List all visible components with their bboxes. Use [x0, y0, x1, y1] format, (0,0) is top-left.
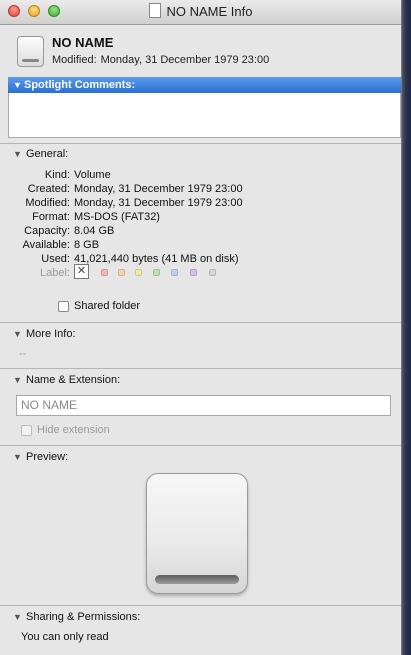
info-key: Used: — [41, 253, 70, 265]
hide-extension-checkbox[interactable] — [21, 425, 32, 436]
more-info-section-header[interactable]: ▼ More Info: — [13, 328, 76, 340]
label-color-yellow[interactable] — [135, 269, 142, 276]
disclosure-triangle-icon[interactable]: ▼ — [13, 375, 22, 385]
info-key: Capacity: — [24, 225, 70, 237]
volume-icon — [17, 36, 44, 67]
label-none-button[interactable]: ✕ — [74, 264, 89, 279]
spotlight-comments-title: Spotlight Comments: — [24, 79, 136, 91]
shared-folder-label: Shared folder — [74, 300, 141, 312]
general-title: General: — [26, 148, 69, 160]
label-color-green[interactable] — [153, 269, 160, 276]
disclosure-triangle-icon[interactable]: ▼ — [13, 149, 22, 159]
label-color-gray[interactable] — [209, 269, 216, 276]
hide-extension-label: Hide extension — [37, 424, 110, 436]
label-color-purple[interactable] — [190, 269, 197, 276]
info-value: 8.04 GB — [74, 225, 115, 237]
name-field[interactable]: NO NAME — [16, 395, 391, 416]
desktop-background — [402, 0, 411, 655]
permission-status: You can only read — [21, 631, 109, 643]
section-divider — [0, 445, 401, 446]
section-divider — [0, 368, 401, 369]
name-extension-title: Name & Extension: — [26, 374, 121, 386]
sharing-permissions-section-header[interactable]: ▼ Sharing & Permissions: — [13, 611, 140, 623]
info-key: Available: — [22, 239, 71, 251]
label-color-red[interactable] — [101, 269, 108, 276]
window-title: NO NAME Info — [166, 4, 253, 19]
info-key: Kind: — [44, 169, 70, 181]
info-key: Format: — [32, 211, 70, 223]
document-proxy-icon[interactable] — [148, 3, 161, 18]
spotlight-comments-field[interactable] — [8, 93, 401, 138]
header-modified: Modified: Monday, 31 December 1979 23:00 — [52, 54, 269, 66]
info-key: Created: — [27, 183, 70, 195]
section-divider — [0, 322, 401, 323]
section-divider — [0, 143, 401, 144]
info-value: Monday, 31 December 1979 23:00 — [74, 183, 243, 195]
external-drive-preview-icon — [146, 473, 248, 594]
info-value: 41,021,440 bytes (41 MB on disk) — [74, 253, 239, 265]
spotlight-comments-header[interactable]: ▼ Spotlight Comments: — [8, 77, 401, 93]
title-bar[interactable]: NO NAME Info — [0, 0, 401, 25]
info-value: 8 GB — [74, 239, 100, 251]
volume-name: NO NAME — [52, 35, 114, 50]
preview-title: Preview: — [26, 451, 69, 463]
disclosure-triangle-icon[interactable]: ▼ — [13, 612, 22, 622]
info-window: NO NAME Info NO NAME Modified: Monday, 31… — [0, 0, 402, 655]
more-info-title: More Info: — [26, 328, 76, 340]
more-info-value: -- — [19, 348, 27, 360]
info-value: Monday, 31 December 1979 23:00 — [74, 197, 243, 209]
info-key: Label: — [40, 267, 70, 279]
window-title-wrap: NO NAME Info — [0, 0, 401, 24]
disclosure-triangle-icon[interactable]: ▼ — [13, 77, 22, 93]
info-key: Modified: — [25, 197, 70, 209]
info-value: MS-DOS (FAT32) — [74, 211, 160, 223]
general-section-header[interactable]: ▼ General: — [13, 148, 68, 160]
label-color-blue[interactable] — [171, 269, 178, 276]
header-modified-label: Modified: — [52, 54, 97, 66]
sharing-permissions-title: Sharing & Permissions: — [26, 611, 141, 623]
label-color-orange[interactable] — [118, 269, 125, 276]
name-extension-section-header[interactable]: ▼ Name & Extension: — [13, 374, 120, 386]
disclosure-triangle-icon[interactable]: ▼ — [13, 329, 22, 339]
disclosure-triangle-icon[interactable]: ▼ — [13, 452, 22, 462]
section-divider — [0, 605, 401, 606]
info-value: Volume — [74, 169, 111, 181]
shared-folder-checkbox[interactable] — [58, 301, 69, 312]
header-modified-value: Monday, 31 December 1979 23:00 — [100, 54, 270, 66]
preview-section-header[interactable]: ▼ Preview: — [13, 451, 68, 463]
